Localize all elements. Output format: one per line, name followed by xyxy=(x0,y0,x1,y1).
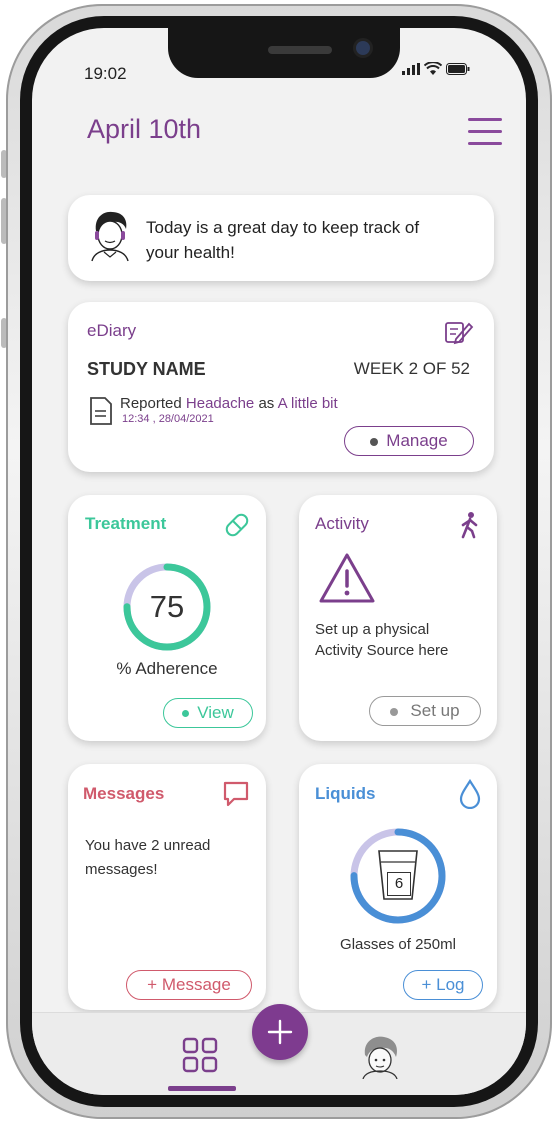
treatment-label: Treatment xyxy=(85,514,167,533)
greeting-line2: your health! xyxy=(146,243,235,262)
status-time: 19:02 xyxy=(84,64,127,83)
messages-card[interactable]: Messages You have 2 unread messages! + M… xyxy=(68,764,266,1010)
setup-button[interactable]: Set up xyxy=(369,696,481,726)
notch xyxy=(168,28,400,78)
dot-icon xyxy=(370,437,379,446)
adherence-value: 75 xyxy=(149,589,185,624)
liquids-label: Liquids xyxy=(315,784,376,803)
report-time: 12:34 , 28/04/2021 xyxy=(122,413,214,425)
messages-text: You have 2 unread messages! xyxy=(85,834,210,882)
messages-line1: You have 2 unread xyxy=(85,837,211,854)
drop-icon[interactable] xyxy=(459,779,481,809)
speaker xyxy=(268,46,332,54)
greeting-text: Today is a great day to keep track of yo… xyxy=(146,215,419,265)
setup-label: Set up xyxy=(410,701,460,720)
signal-icon xyxy=(402,62,420,75)
adherence-caption: % Adherence xyxy=(116,659,218,678)
liquids-card[interactable]: Liquids 6 Glasses of 250ml + Log xyxy=(299,764,497,1010)
messages-line2: messages! xyxy=(85,861,158,878)
app-screen: 19:02 April 10th Today is a great day to… xyxy=(32,28,526,1095)
messages-label: Messages xyxy=(83,784,165,803)
pill-icon[interactable] xyxy=(222,510,252,540)
activity-line2: Activity Source here xyxy=(315,642,449,659)
study-week: WEEK 2 OF 52 xyxy=(353,359,470,378)
report-line: Reported Headache as A little bit xyxy=(120,395,338,412)
walking-icon[interactable] xyxy=(457,511,483,539)
battery-icon xyxy=(446,62,470,75)
chat-icon[interactable] xyxy=(223,781,249,807)
grid-icon[interactable] xyxy=(182,1037,218,1073)
active-tab-indicator xyxy=(168,1086,236,1091)
status-icons xyxy=(402,62,470,75)
view-label: View xyxy=(197,703,234,722)
ediary-label: eDiary xyxy=(87,321,137,340)
menu-icon[interactable] xyxy=(468,118,502,146)
liquids-caption: Glasses of 250ml xyxy=(340,936,456,953)
report-prefix: Reported xyxy=(120,395,182,412)
activity-card[interactable]: Activity Set up a physical Activity Sour… xyxy=(299,495,497,741)
phone-frame: 19:02 April 10th Today is a great day to… xyxy=(6,4,552,1119)
activity-label: Activity xyxy=(315,514,369,533)
warning-icon xyxy=(319,553,375,603)
dot-icon xyxy=(390,707,399,716)
report-level: A little bit xyxy=(277,395,338,412)
view-button[interactable]: View xyxy=(163,698,253,728)
log-button[interactable]: + Log xyxy=(403,970,483,1000)
treatment-card[interactable]: Treatment 75 % Adherence View xyxy=(68,495,266,741)
plus-icon xyxy=(267,1019,293,1045)
camera xyxy=(356,41,370,55)
avatar-icon xyxy=(91,211,129,262)
manage-label: Manage xyxy=(386,431,448,450)
liquids-value: 6 xyxy=(387,872,411,896)
activity-line1: Set up a physical xyxy=(315,621,430,638)
add-button[interactable] xyxy=(252,1004,308,1060)
profile-icon[interactable] xyxy=(357,1033,403,1079)
study-name: STUDY NAME xyxy=(87,359,206,379)
report-symptom: Headache xyxy=(185,395,255,412)
greeting-line1: Today is a great day to keep track of xyxy=(146,218,420,237)
manage-button[interactable]: Manage xyxy=(344,426,474,456)
activity-text: Set up a physical Activity Source here xyxy=(315,619,448,661)
ediary-card[interactable]: eDiary STUDY NAME WEEK 2 OF 52 Reported … xyxy=(68,302,494,472)
greeting-card: Today is a great day to keep track of yo… xyxy=(68,195,494,281)
phone-bezel: 19:02 April 10th Today is a great day to… xyxy=(20,16,538,1107)
dot-icon xyxy=(182,710,190,718)
report-mid: as xyxy=(258,395,275,412)
wifi-icon xyxy=(424,62,442,75)
message-button[interactable]: + Message xyxy=(126,970,252,1000)
notepad-icon[interactable] xyxy=(444,319,474,345)
document-icon xyxy=(90,397,112,425)
page-title: April 10th xyxy=(87,114,202,144)
